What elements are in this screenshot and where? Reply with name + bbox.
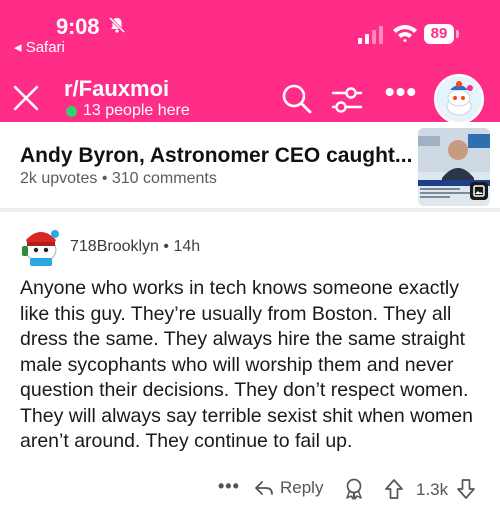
comment-age: • 14h <box>163 238 201 255</box>
downvote-icon[interactable] <box>456 478 476 500</box>
vote-count: 1.3k <box>416 480 449 499</box>
comment-more-button[interactable]: ••• <box>218 476 240 497</box>
battery-indicator: 89 <box>424 24 454 44</box>
online-label: 13 people here <box>83 102 190 119</box>
commenter-avatar[interactable] <box>18 222 64 268</box>
comment-actions: ••• Reply 1.3k <box>0 476 500 504</box>
status-time: 9:08 <box>56 14 100 39</box>
online-count: 13 people here <box>66 102 190 120</box>
reply-label: Reply <box>280 478 324 497</box>
online-dot <box>66 105 77 117</box>
post-title[interactable]: Andy Byron, Astronomer CEO caught... <box>20 144 412 168</box>
search-icon[interactable] <box>280 82 314 116</box>
filter-icon[interactable] <box>330 84 364 116</box>
wifi-icon <box>393 25 417 43</box>
reply-icon <box>255 481 273 495</box>
award-icon[interactable] <box>344 478 364 500</box>
expand-image-icon[interactable] <box>470 182 488 200</box>
bell-muted-icon <box>108 16 126 34</box>
upvote-icon[interactable] <box>384 478 404 500</box>
battery-tip <box>456 30 459 38</box>
cellular-signal-icon <box>358 26 383 44</box>
more-options-icon[interactable]: ••• <box>384 78 418 110</box>
subreddit-header: 9:08 ◂ Safari 89 r/Fauxmoi 13 people her… <box>0 0 500 124</box>
section-divider <box>0 208 500 212</box>
comment-body: Anyone who works in tech knows someone e… <box>20 277 473 452</box>
subreddit-name[interactable]: r/Fauxmoi <box>64 76 169 102</box>
comment-username[interactable]: 718Brooklyn <box>70 238 159 255</box>
close-icon[interactable] <box>10 82 42 114</box>
back-to-safari-link[interactable]: ◂ Safari <box>14 38 65 56</box>
post-meta: 2k upvotes • 310 comments <box>20 170 217 187</box>
comment-author-line: 718Brooklyn • 14h <box>70 238 200 256</box>
user-avatar[interactable] <box>434 74 484 124</box>
reply-button[interactable]: Reply <box>254 478 323 498</box>
